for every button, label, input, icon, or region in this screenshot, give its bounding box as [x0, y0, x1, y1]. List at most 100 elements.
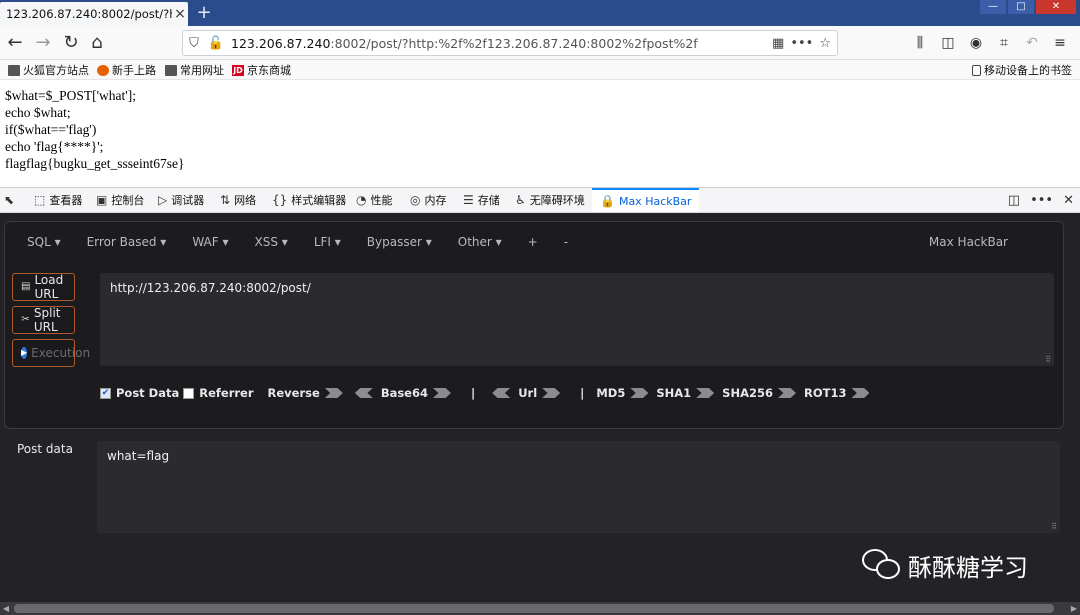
url-host: 123.206.87.240 [231, 35, 331, 51]
bookmark-item[interactable]: JD 京东商城 [232, 62, 291, 78]
arrow-right-icon[interactable] [324, 388, 343, 398]
code-line: if($what=='flag') [5, 122, 97, 137]
style-editor-icon: {} [272, 193, 288, 207]
tab-inspector[interactable]: ⬚ 查看器 [34, 188, 82, 212]
minimize-button[interactable]: — [980, 0, 1006, 14]
window-controls: — □ ✕ [980, 0, 1076, 14]
shield-icon[interactable]: ⛉ [183, 36, 205, 51]
menu-lfi[interactable]: LFI ▾ [314, 235, 341, 249]
bookmark-label: 京东商城 [247, 64, 291, 77]
arrow-right-icon[interactable] [851, 388, 870, 398]
new-tab-button[interactable]: + [194, 2, 214, 24]
horizontal-scrollbar[interactable]: ◀ ▶ [0, 602, 1080, 615]
reload-button[interactable]: ↻ [58, 30, 84, 56]
dock-icon[interactable]: ◫ [1008, 193, 1020, 208]
url-textarea[interactable]: http://123.206.87.240:8002/post/ ⠿ [100, 273, 1054, 366]
arrow-right-icon[interactable] [542, 388, 561, 398]
arrow-right-icon[interactable] [696, 388, 715, 398]
console-icon: ▣ [96, 193, 108, 207]
browser-tab-active[interactable]: 123.206.87.240:8002/post/?http: × [0, 2, 188, 26]
post-data-textarea[interactable]: what=flag ⠿ [97, 441, 1060, 533]
menu-remove[interactable]: - [564, 235, 568, 249]
bookmark-item[interactable]: 新手上路 [97, 62, 156, 78]
arrow-right-icon[interactable] [433, 388, 451, 398]
menu-bypasser[interactable]: Bypasser ▾ [367, 235, 432, 249]
arrow-left-icon[interactable] [492, 388, 511, 398]
library-icon[interactable]: ⫼ [908, 30, 932, 56]
debugger-icon: ▷ [158, 193, 168, 207]
referrer-checkbox[interactable] [183, 387, 195, 399]
bookmark-item[interactable]: 常用网址 [165, 62, 224, 78]
memory-icon: ◎ [410, 193, 421, 207]
undo-icon[interactable]: ↶ [1020, 30, 1044, 56]
tab-style-editor[interactable]: {} 样式编辑器 [272, 188, 346, 212]
devtools-close-icon[interactable]: ✕ [1063, 193, 1074, 208]
menu-other[interactable]: Other ▾ [458, 235, 502, 249]
insecure-lock-icon[interactable]: 🔓 [205, 36, 227, 51]
forward-button[interactable]: → [30, 30, 56, 56]
network-icon: ⇅ [220, 193, 231, 207]
post-data-label: Post Data [116, 386, 180, 400]
resize-grip-icon[interactable]: ⠿ [1051, 522, 1057, 531]
tab-close-icon[interactable]: × [172, 6, 188, 22]
account-icon[interactable]: ◉ [964, 30, 988, 56]
scrollbar-thumb[interactable] [14, 604, 1054, 613]
screenshot-icon[interactable]: ⌗ [992, 30, 1016, 56]
tab-max-hackbar[interactable]: 🔒 Max HackBar [592, 188, 700, 212]
tab-performance[interactable]: ◔ 性能 [356, 188, 392, 212]
load-url-button[interactable]: ▤ Load URL [12, 273, 75, 301]
play-icon: ▶ [21, 347, 28, 359]
tab-storage[interactable]: ☰ 存储 [463, 188, 500, 212]
split-url-button[interactable]: ✂ Split URL [12, 306, 75, 334]
bookmark-star-icon[interactable]: ☆ [819, 36, 831, 51]
scroll-right-icon[interactable]: ▶ [1068, 602, 1080, 615]
referrer-label: Referrer [199, 386, 254, 400]
tab-console[interactable]: ▣ 控制台 [96, 188, 144, 212]
menu-error-based[interactable]: Error Based ▾ [87, 235, 167, 249]
code-line: echo 'flag{****}'; [5, 139, 104, 154]
maximize-button[interactable]: □ [1008, 0, 1034, 14]
separator: | [471, 386, 476, 400]
devtools-toolbar: ⬉ ⬚ 查看器 ▣ 控制台 ▷ 调试器 ⇅ 网络 {} 样式编辑器 ◔ 性能 ◎ 内存 ☰ 存储… [0, 187, 1080, 213]
mobile-bookmarks[interactable]: 移动设备上的书签 [972, 62, 1072, 78]
storage-icon: ☰ [463, 193, 474, 207]
post-data-checkbox[interactable]: ✔ [100, 387, 111, 399]
execution-button[interactable]: ▶ Execution [12, 339, 90, 367]
tab-memory[interactable]: ◎ 内存 [410, 188, 446, 212]
tab-network[interactable]: ⇅ 网络 [220, 188, 256, 212]
inspector-icon: ⬚ [34, 193, 46, 207]
back-button[interactable]: ← [2, 30, 28, 56]
qr-code-icon[interactable]: ▦ [772, 36, 784, 51]
menu-icon[interactable]: ≡ [1048, 30, 1072, 56]
home-button[interactable]: ⌂ [84, 30, 110, 56]
menu-add[interactable]: + [528, 235, 538, 249]
page-actions-icon[interactable]: ••• [790, 36, 813, 51]
resize-grip-icon[interactable]: ⠿ [1045, 355, 1051, 364]
reverse-button[interactable]: Reverse [268, 386, 320, 400]
menu-sql[interactable]: SQL ▾ [27, 235, 61, 249]
address-bar[interactable]: ⛉ 🔓 123.206.87.240:8002/post/?http:%2f%2… [182, 30, 838, 56]
code-line: $what=$_POST['what']; [5, 88, 136, 103]
hackbar-brand: Max HackBar [928, 235, 1008, 249]
menu-xss[interactable]: XSS ▾ [255, 235, 288, 249]
url-path: :8002/post/?http:%2f%2f123.206.87.240:80… [330, 35, 698, 51]
tab-accessibility[interactable]: ♿ 无障碍环境 [515, 188, 585, 212]
wechat-icon [862, 548, 902, 583]
element-picker-icon[interactable]: ⬉ [4, 188, 14, 212]
bookmark-label: 常用网址 [180, 64, 224, 77]
devtools-menu-icon[interactable]: ••• [1030, 193, 1053, 208]
hackbar-menu: SQL ▾ Error Based ▾ WAF ▾ XSS ▾ LFI ▾ By… [27, 235, 594, 249]
accessibility-icon: ♿ [515, 193, 526, 207]
menu-waf[interactable]: WAF ▾ [192, 235, 228, 249]
sidebar-icon[interactable]: ◫ [936, 30, 960, 56]
tab-debugger[interactable]: ▷ 调试器 [158, 188, 204, 212]
arrow-left-icon[interactable] [354, 388, 373, 398]
folder-icon [165, 64, 177, 76]
bookmark-item[interactable]: 火狐官方站点 [8, 62, 89, 78]
md5-label: MD5 [596, 386, 626, 400]
arrow-right-icon[interactable] [777, 388, 796, 398]
arrow-right-icon[interactable] [630, 388, 649, 398]
hackbar-options: ✔ Post Data Referrer Reverse Base64 | Ur… [100, 385, 877, 401]
scroll-left-icon[interactable]: ◀ [0, 602, 12, 615]
close-window-button[interactable]: ✕ [1036, 0, 1076, 14]
